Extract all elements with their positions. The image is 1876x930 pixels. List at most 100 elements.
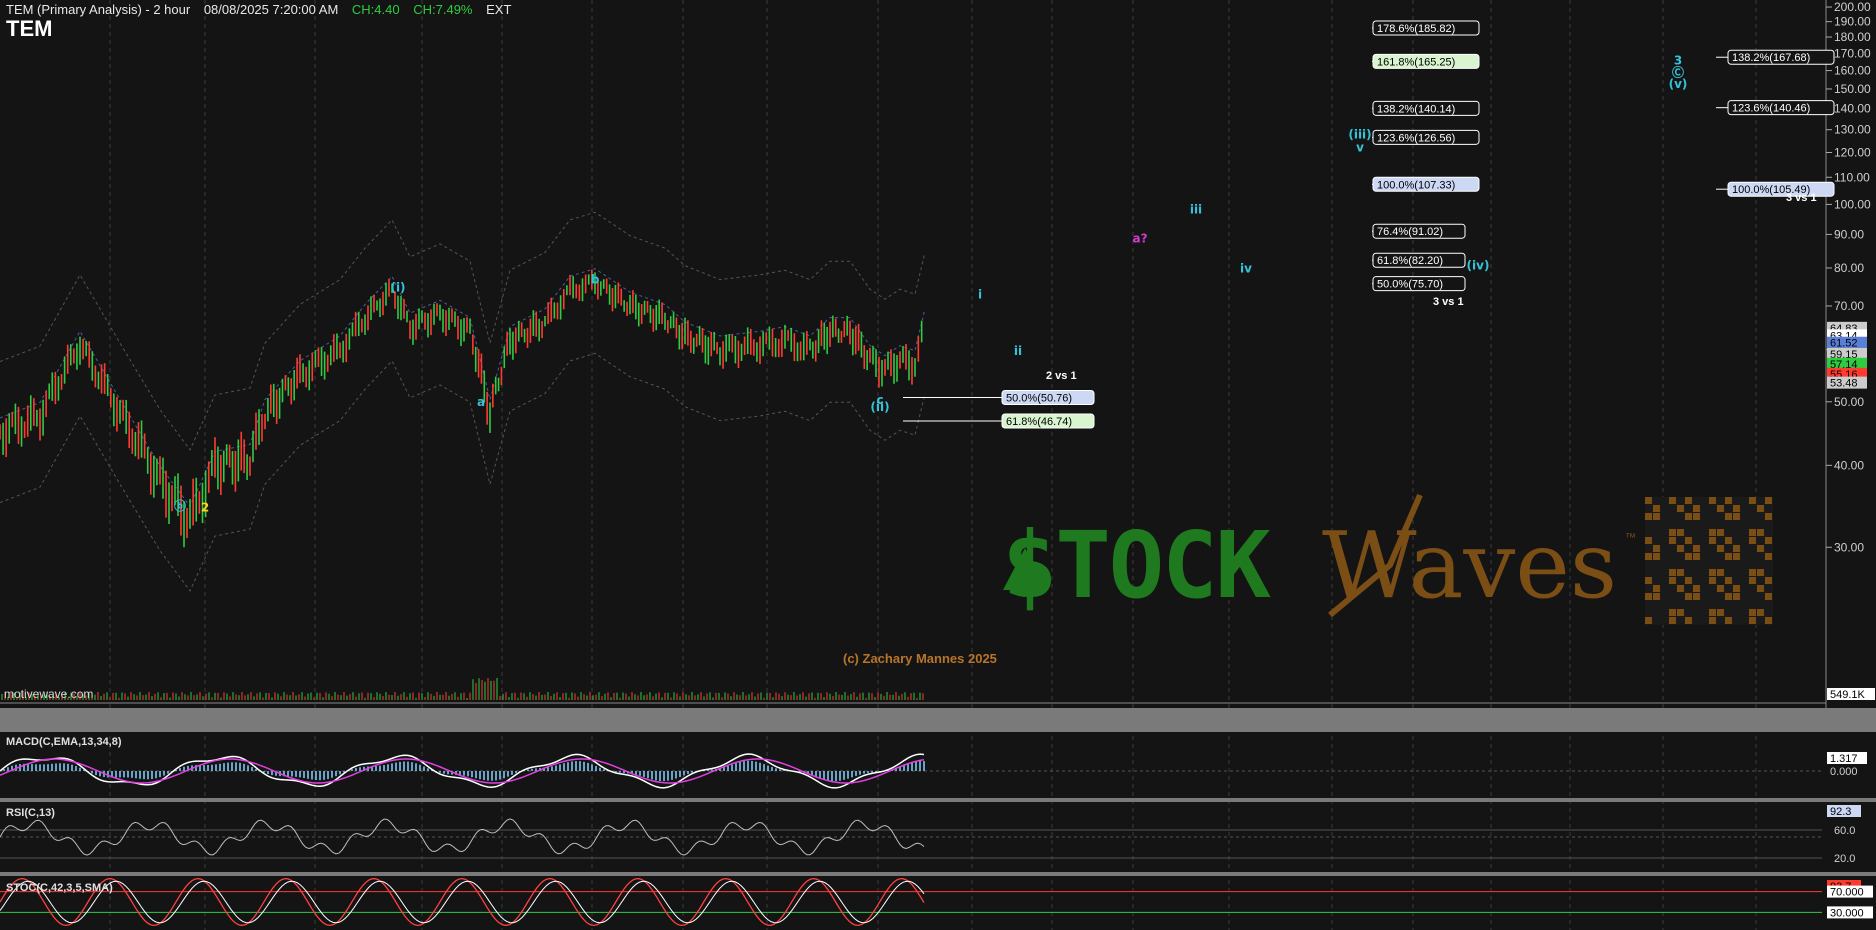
wave-label: (iii) bbox=[1348, 128, 1371, 142]
y-tick-label: 100.00 bbox=[1834, 197, 1871, 211]
qr-code-cell bbox=[1757, 585, 1764, 592]
qr-code-cell bbox=[1645, 553, 1652, 560]
qr-code-cell bbox=[1733, 505, 1740, 512]
qr-code-cell bbox=[1717, 529, 1724, 536]
qr-code-cell bbox=[1765, 513, 1772, 520]
qr-code-cell bbox=[1717, 609, 1724, 616]
pane-separator bbox=[0, 798, 1876, 802]
qr-code-cell bbox=[1677, 569, 1684, 576]
fib-level-label: 61.8%(82.20) bbox=[1377, 255, 1443, 267]
wave-label: (ii) bbox=[870, 400, 889, 414]
fib-level-label: 178.6%(185.82) bbox=[1377, 23, 1455, 35]
qr-code-cell bbox=[1765, 593, 1772, 600]
wave-label: 2 bbox=[201, 501, 209, 515]
y-tick-label: 180.00 bbox=[1834, 30, 1871, 44]
qr-code-cell bbox=[1669, 569, 1676, 576]
price-chart[interactable]: Apr-2025Apr 14May-2025May 19Jun-2025Jun … bbox=[0, 0, 1876, 930]
chart-background bbox=[0, 0, 1876, 930]
wave-label: (iv) bbox=[1467, 258, 1490, 272]
y-tick-label: 110.00 bbox=[1834, 170, 1870, 184]
qr-code-cell bbox=[1725, 593, 1732, 600]
y-tick-label: 190.00 bbox=[1834, 15, 1871, 29]
qr-code-cell bbox=[1709, 577, 1716, 584]
qr-code-cell bbox=[1693, 505, 1700, 512]
qr-code-cell bbox=[1693, 585, 1700, 592]
qr-code-cell bbox=[1749, 537, 1756, 544]
y-tick-label: 30.00 bbox=[1834, 540, 1864, 554]
qr-code-cell bbox=[1717, 505, 1724, 512]
qr-code-cell bbox=[1653, 505, 1660, 512]
y-tick-label: 150.00 bbox=[1834, 82, 1871, 96]
qr-code-cell bbox=[1693, 545, 1700, 552]
qr-code-cell bbox=[1757, 505, 1764, 512]
rsi-tick-label: 20.0 bbox=[1834, 853, 1855, 865]
macd-value: 1.317 bbox=[1830, 753, 1858, 765]
qr-code-cell bbox=[1749, 577, 1756, 584]
qr-code-cell bbox=[1685, 577, 1692, 584]
watermark: motivewave.com bbox=[4, 687, 94, 701]
chart-title: TEM (Primary Analysis) - 2 hour bbox=[6, 2, 191, 17]
y-tick-label: 120.00 bbox=[1834, 145, 1871, 159]
qr-code-cell bbox=[1645, 593, 1652, 600]
qr-code-cell bbox=[1685, 593, 1692, 600]
qr-code-cell bbox=[1669, 537, 1676, 544]
pane-separator bbox=[0, 708, 1876, 732]
macd-title: MACD(C,EMA,13,34,8) bbox=[6, 736, 122, 748]
fib-level-label: 161.8%(165.25) bbox=[1377, 56, 1455, 68]
fib-level-right-label: 138.2%(167.68) bbox=[1732, 52, 1810, 64]
qr-code-cell bbox=[1693, 553, 1700, 560]
chart-session: EXT bbox=[486, 2, 512, 17]
qr-code-cell bbox=[1645, 537, 1652, 544]
qr-code-cell bbox=[1645, 497, 1652, 504]
fib-level-right-label: 123.6%(140.46) bbox=[1732, 103, 1810, 115]
chart-datetime: 08/08/2025 7:20:00 AM bbox=[203, 2, 339, 17]
wave-label: (v) bbox=[1669, 77, 1688, 91]
qr-code-cell bbox=[1765, 553, 1772, 560]
qr-code-cell bbox=[1733, 545, 1740, 552]
qr-code-cell bbox=[1733, 513, 1740, 520]
qr-code-cell bbox=[1669, 497, 1676, 504]
qr-code-cell bbox=[1733, 585, 1740, 592]
wave-label: (i) bbox=[390, 281, 405, 295]
stoch-title: STOC(C,42,3,5,SMA) bbox=[6, 882, 113, 894]
group-label: 3 vs 1 bbox=[1786, 192, 1817, 204]
qr-code-cell bbox=[1693, 513, 1700, 520]
qr-code-cell bbox=[1685, 553, 1692, 560]
qr-code-cell bbox=[1709, 569, 1716, 576]
fib-support-label: 50.0%(50.76) bbox=[1006, 392, 1072, 404]
y-tick-label: 70.00 bbox=[1834, 299, 1864, 313]
fib-level-label: 138.2%(140.14) bbox=[1377, 103, 1455, 115]
y-tick-label: 80.00 bbox=[1834, 261, 1864, 275]
qr-code-cell bbox=[1669, 609, 1676, 616]
brand-logo-left: $TOCK bbox=[1002, 512, 1271, 619]
qr-code-cell bbox=[1765, 617, 1772, 624]
wave-label: i bbox=[978, 288, 982, 302]
qr-code-cell bbox=[1749, 609, 1756, 616]
fib-level-label: 50.0%(75.70) bbox=[1377, 279, 1443, 291]
qr-code-cell bbox=[1757, 529, 1764, 536]
qr-code-cell bbox=[1709, 529, 1716, 536]
qr-code-cell bbox=[1749, 497, 1756, 504]
fib-level-label: 76.4%(91.02) bbox=[1377, 226, 1443, 238]
qr-code-cell bbox=[1757, 609, 1764, 616]
fib-level-label: 123.6%(126.56) bbox=[1377, 132, 1455, 144]
qr-code-cell bbox=[1693, 593, 1700, 600]
qr-code-cell bbox=[1653, 585, 1660, 592]
wave-label: a bbox=[477, 395, 485, 409]
qr-code-cell bbox=[1685, 497, 1692, 504]
y-tick-label: 170.00 bbox=[1834, 46, 1871, 60]
chart-change-pct: CH:7.49% bbox=[413, 2, 473, 17]
qr-code-cell bbox=[1725, 513, 1732, 520]
qr-code-cell bbox=[1653, 553, 1660, 560]
qr-code-cell bbox=[1677, 609, 1684, 616]
wave-label: v bbox=[1356, 141, 1364, 155]
fib-level-label: 100.0%(107.33) bbox=[1377, 179, 1455, 191]
y-tick-label: 200.00 bbox=[1834, 0, 1871, 14]
y-tick-label: 130.00 bbox=[1834, 123, 1871, 137]
qr-code-cell bbox=[1709, 609, 1716, 616]
volume-label: 549.1K bbox=[1830, 689, 1866, 701]
wave-label: iv bbox=[1240, 261, 1252, 275]
qr-code-cell bbox=[1757, 569, 1764, 576]
y-tick-label: 50.00 bbox=[1834, 395, 1864, 409]
qr-code-cell bbox=[1677, 505, 1684, 512]
